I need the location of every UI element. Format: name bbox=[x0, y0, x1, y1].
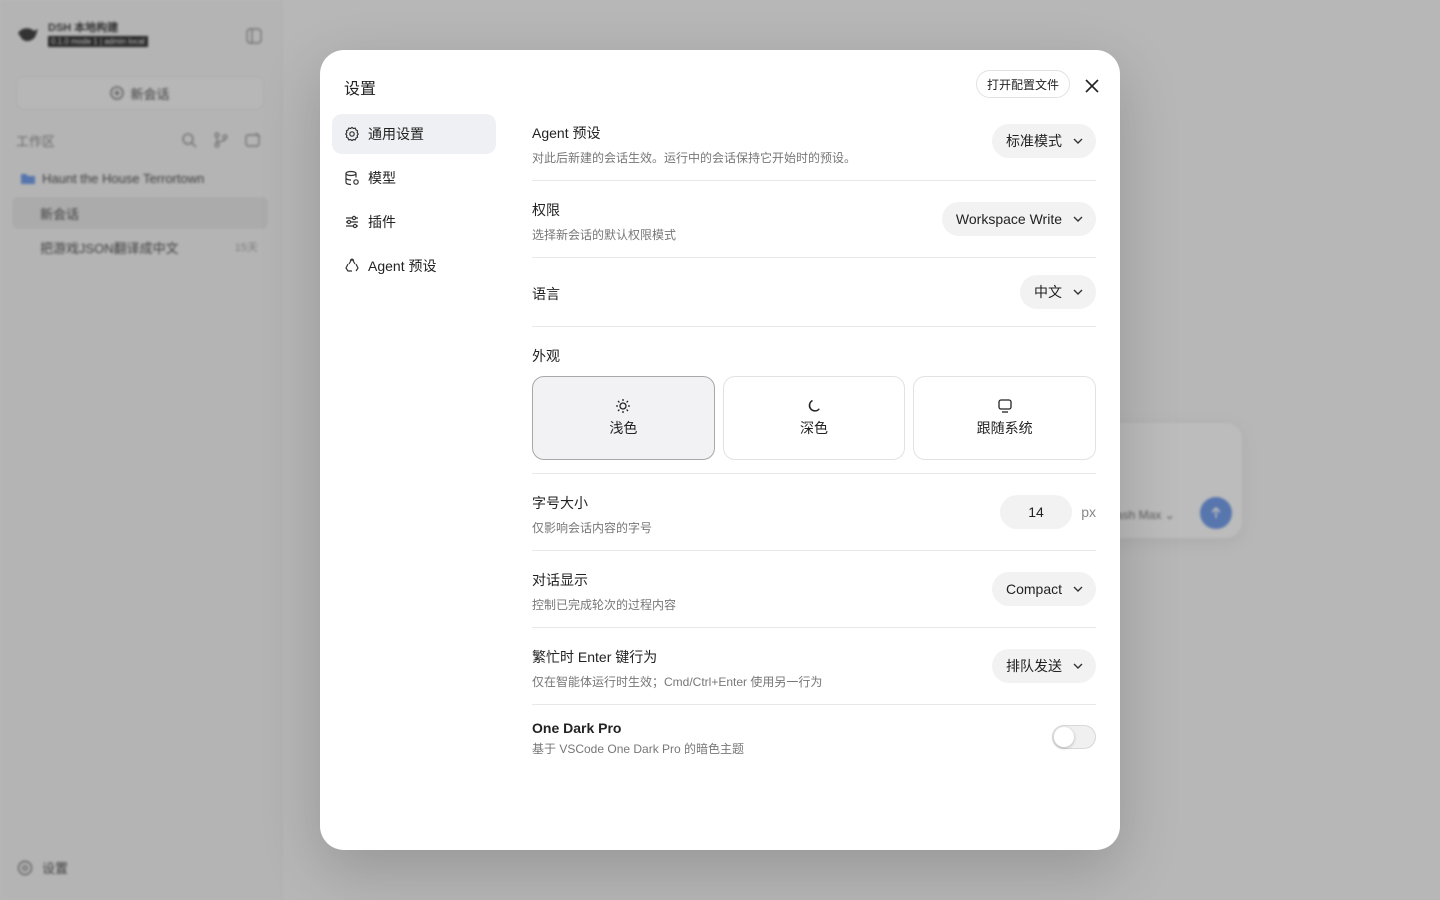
setting-agent-preset: Agent 预设 对此后新建的会话生效。运行中的会话保持它开始时的预设。 标准模… bbox=[532, 114, 1096, 181]
permission-select[interactable]: Workspace Write bbox=[941, 202, 1096, 236]
chevron-down-icon bbox=[1073, 138, 1083, 144]
sun-icon bbox=[616, 399, 631, 413]
nav-item-general[interactable]: 通用设置 bbox=[332, 114, 496, 154]
settings-nav: 通用设置 模型 插件 Agent 预设 bbox=[332, 114, 496, 290]
setting-busy-enter: 繁忙时 Enter 键行为 仅在智能体运行时生效；Cmd/Ctrl+Enter … bbox=[532, 628, 1096, 705]
nav-item-agent-presets[interactable]: Agent 预设 bbox=[332, 246, 496, 286]
close-icon bbox=[1085, 79, 1099, 93]
one-dark-pro-toggle[interactable] bbox=[1052, 725, 1096, 749]
gear-icon bbox=[345, 126, 359, 142]
font-size-input[interactable]: 14 bbox=[1000, 495, 1072, 529]
select-value: Workspace Write bbox=[955, 211, 1062, 227]
theme-label: 浅色 bbox=[609, 420, 638, 436]
nav-label: Agent 预设 bbox=[368, 258, 437, 274]
busy-enter-select[interactable]: 排队发送 bbox=[992, 649, 1096, 683]
close-button[interactable] bbox=[1080, 74, 1104, 98]
nav-item-models[interactable]: 模型 bbox=[332, 158, 496, 198]
open-config-button[interactable]: 打开配置文件 bbox=[976, 70, 1071, 98]
nav-label: 模型 bbox=[368, 170, 396, 186]
setting-permission: 权限 选择新会话的默认权限模式 Workspace Write bbox=[532, 181, 1096, 258]
select-value: Compact bbox=[1005, 581, 1062, 597]
setting-one-dark-pro: One Dark Pro 基于 VSCode One Dark Pro 的暗色主… bbox=[532, 705, 1096, 765]
chevron-down-icon bbox=[1073, 216, 1083, 222]
theme-options: 浅色 深色 跟随系统 bbox=[532, 376, 1097, 460]
settings-modal: 设置 打开配置文件 通用设置 模型 插件 Agent 预设 Agent 预设 对… bbox=[320, 50, 1120, 850]
theme-option-dark[interactable]: 深色 bbox=[722, 376, 906, 460]
theme-option-light[interactable]: 浅色 bbox=[532, 376, 715, 460]
monitor-icon bbox=[998, 399, 1012, 413]
chevron-down-icon bbox=[1073, 289, 1083, 295]
recycle-icon bbox=[345, 258, 359, 272]
agent-preset-select[interactable]: 标准模式 bbox=[992, 124, 1096, 158]
setting-desc: 基于 VSCode One Dark Pro 的暗色主题 bbox=[532, 742, 745, 756]
language-select[interactable]: 中文 bbox=[1020, 275, 1096, 309]
setting-language: 语言 中文 bbox=[532, 258, 1096, 327]
nav-label: 插件 bbox=[368, 214, 396, 230]
setting-appearance: 外观 浅色 深色 跟随系统 bbox=[532, 327, 1097, 474]
toggle-knob bbox=[1054, 727, 1074, 747]
setting-title: 外观 bbox=[532, 348, 560, 364]
font-size-unit: px bbox=[1081, 504, 1096, 520]
database-icon bbox=[345, 170, 359, 186]
nav-label: 通用设置 bbox=[368, 126, 424, 142]
chevron-down-icon bbox=[1073, 586, 1083, 592]
settings-content: Agent 预设 对此后新建的会话生效。运行中的会话保持它开始时的预设。 标准模… bbox=[532, 114, 1097, 765]
theme-option-system[interactable]: 跟随系统 bbox=[913, 376, 1097, 460]
chat-display-select[interactable]: Compact bbox=[991, 572, 1096, 606]
select-value: 标准模式 bbox=[1006, 133, 1062, 149]
theme-label: 跟随系统 bbox=[976, 420, 1033, 436]
setting-chat-display: 对话显示 控制已完成轮次的过程内容 Compact bbox=[532, 551, 1096, 628]
select-value: 中文 bbox=[1034, 284, 1062, 300]
theme-label: 深色 bbox=[800, 420, 828, 436]
setting-title: 语言 bbox=[532, 286, 560, 302]
setting-font-size: 字号大小 仅影响会话内容的字号 14 px bbox=[532, 474, 1096, 551]
sliders-icon bbox=[346, 215, 358, 229]
modal-title: 设置 bbox=[344, 81, 377, 98]
chevron-down-icon bbox=[1073, 663, 1083, 669]
setting-title: One Dark Pro bbox=[532, 720, 622, 736]
select-value: 排队发送 bbox=[1006, 658, 1062, 674]
moon-icon bbox=[808, 399, 820, 412]
nav-item-plugins[interactable]: 插件 bbox=[332, 202, 496, 242]
